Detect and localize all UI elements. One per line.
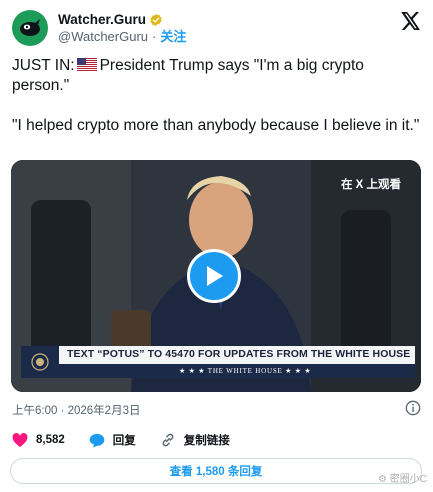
display-name[interactable]: Watcher.Guru xyxy=(58,11,146,28)
watcher-logo-icon xyxy=(20,19,40,36)
verified-badge-icon xyxy=(149,13,163,27)
avatar[interactable] xyxy=(12,10,48,46)
play-icon xyxy=(207,266,223,286)
play-button[interactable] xyxy=(187,249,241,303)
tweet-text: JUST IN: President Trump says "I'm a big… xyxy=(12,56,422,156)
banner-text: TEXT “POTUS” TO 45470 FOR UPDATES FROM T… xyxy=(67,348,411,360)
reply-bubble-icon xyxy=(89,433,105,447)
handle[interactable]: @WatcherGuru xyxy=(58,28,148,45)
watermark-text: 密圈小C xyxy=(389,474,427,485)
heart-icon xyxy=(12,432,28,447)
watch-on-x-label[interactable]: 在 X 上观看 xyxy=(341,176,401,192)
like-count: 8,582 xyxy=(36,434,65,446)
reply-button[interactable]: 回复 xyxy=(89,432,136,448)
tweet-line2: "I helped crypto more than anybody becau… xyxy=(12,117,420,134)
tweet-line1-prefix: JUST IN: xyxy=(12,57,75,74)
x-logo-icon[interactable] xyxy=(401,12,421,35)
timestamp[interactable]: 上午6:00 · 2026年2月3日 xyxy=(12,402,140,418)
tweet-header: Watcher.Guru @WatcherGuru · 关注 xyxy=(12,8,421,48)
watermark: ⚙ 密圈小C xyxy=(378,470,427,485)
copy-link-label: 复制链接 xyxy=(183,435,230,447)
info-icon[interactable] xyxy=(405,400,421,421)
white-house-seal-icon xyxy=(21,346,59,378)
banner-subtext: ★ ★ ★ THE WHITE HOUSE ★ ★ ★ xyxy=(59,364,415,378)
copy-link-button[interactable]: 复制链接 xyxy=(160,432,230,448)
follow-button[interactable]: 关注 xyxy=(160,28,186,45)
account-names: Watcher.Guru @WatcherGuru · 关注 xyxy=(58,11,186,45)
tweet-actions: 8,582 回复 复制链接 xyxy=(12,432,254,448)
video-player[interactable]: 在 X 上观看 TEXT “POTUS” TO 45470 FOR UPDATE… xyxy=(11,160,421,392)
video-lower-third: TEXT “POTUS” TO 45470 FOR UPDATES FROM T… xyxy=(21,346,415,378)
separator: · xyxy=(152,29,157,44)
watermark-icon: ⚙ xyxy=(378,474,390,485)
link-icon xyxy=(162,433,174,447)
us-flag-icon xyxy=(76,58,97,71)
reply-label: 回复 xyxy=(112,435,136,447)
like-button[interactable]: 8,582 xyxy=(12,432,65,448)
view-replies-button[interactable]: 查看 1,580 条回复 xyxy=(10,458,422,484)
